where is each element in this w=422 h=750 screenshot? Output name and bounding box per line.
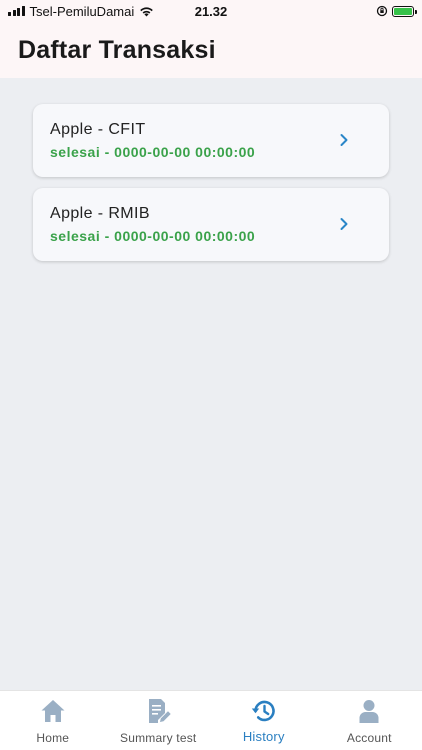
tab-label: History bbox=[242, 729, 285, 744]
tab-label: Home bbox=[36, 731, 70, 745]
wifi-icon bbox=[140, 6, 154, 16]
transaction-card[interactable]: Apple - RMIB selesai - 0000-00-00 00:00:… bbox=[33, 188, 389, 261]
orientation-lock-icon bbox=[376, 5, 388, 17]
document-edit-icon bbox=[149, 699, 171, 723]
tab-summary-test[interactable]: Summary test bbox=[106, 691, 212, 750]
transaction-card[interactable]: Apple - CFIT selesai - 0000-00-00 00:00:… bbox=[33, 104, 389, 177]
tab-history[interactable]: History bbox=[211, 691, 317, 750]
chevron-right-icon bbox=[340, 134, 348, 146]
tab-label: Account bbox=[346, 731, 392, 745]
app-header: Daftar Transaksi bbox=[0, 22, 422, 78]
battery-icon bbox=[392, 5, 417, 17]
history-icon bbox=[251, 700, 275, 722]
chevron-right-icon bbox=[340, 218, 348, 230]
tab-label: Summary test bbox=[120, 731, 197, 745]
tab-home[interactable]: Home bbox=[0, 691, 106, 750]
tab-account[interactable]: Account bbox=[317, 691, 422, 750]
status-right bbox=[376, 5, 417, 17]
status-bar: Tsel-PemiluDamai 21.32 bbox=[0, 0, 422, 22]
home-icon bbox=[41, 700, 65, 722]
bottom-tab-bar: Home Summary test History Account bbox=[0, 690, 422, 750]
person-icon bbox=[359, 700, 379, 723]
cellular-signal-icon bbox=[8, 6, 25, 16]
page-title: Daftar Transaksi bbox=[18, 35, 216, 64]
status-time: 21.32 bbox=[194, 3, 228, 19]
status-left: Tsel-PemiluDamai bbox=[8, 4, 154, 19]
carrier-name: Tsel-PemiluDamai bbox=[29, 3, 135, 19]
transaction-list: Apple - CFIT selesai - 0000-00-00 00:00:… bbox=[33, 104, 389, 272]
